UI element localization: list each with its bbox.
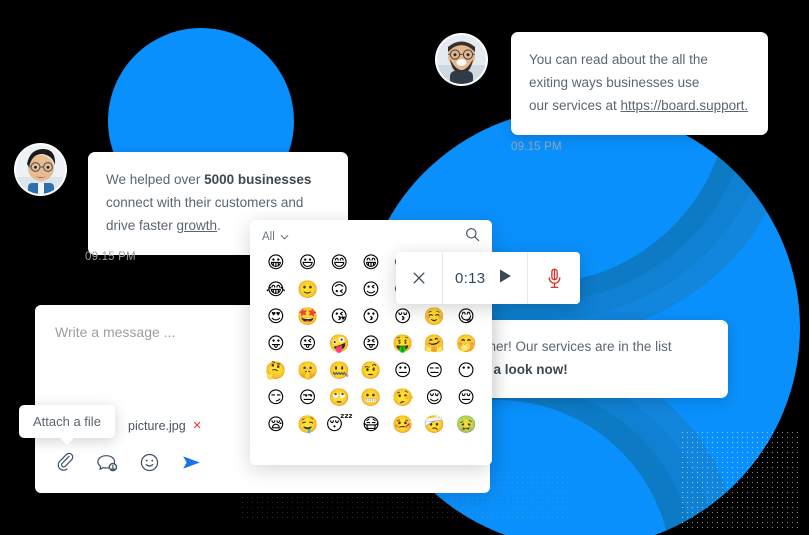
- message-line-2: exiting ways businesses use: [529, 75, 700, 90]
- emoji-cell[interactable]: 🤗: [419, 332, 451, 357]
- emoji-cell[interactable]: 😌: [419, 386, 451, 411]
- emoji-cell[interactable]: 🙄: [323, 386, 355, 411]
- message-line-1: You can read about the all the: [529, 52, 708, 67]
- emoji-cell[interactable]: ☺️: [419, 305, 451, 330]
- compose-actions-bar: [53, 450, 204, 475]
- chevron-down-icon: [280, 234, 289, 240]
- send-icon: [183, 456, 200, 469]
- emoji-cell[interactable]: 😜: [292, 332, 324, 357]
- message-link[interactable]: growth: [177, 218, 218, 233]
- emoji-cell[interactable]: 🤕: [419, 413, 451, 438]
- emoji-cell[interactable]: 😑: [419, 359, 451, 384]
- emoji-button[interactable]: [137, 450, 162, 475]
- emoji-cell[interactable]: 😴: [323, 413, 355, 438]
- emoji-cell[interactable]: 🤤: [292, 413, 324, 438]
- message-timestamp-outgoing-1: 09.15 PM: [85, 251, 136, 263]
- emoji-picker-header: All: [250, 220, 492, 250]
- emoji-cell[interactable]: 😬: [355, 386, 387, 411]
- emoji-category-dropdown[interactable]: All: [262, 231, 289, 243]
- search-icon: [466, 228, 480, 242]
- message-bold-text: 5000 businesses: [204, 172, 312, 187]
- tooltip-label: Attach a file: [33, 414, 101, 429]
- emoji-cell[interactable]: 😏: [260, 386, 292, 411]
- message-bubble-incoming-1: You can read about the all the exiting w…: [511, 32, 768, 135]
- emoji-cell[interactable]: 😉: [355, 278, 387, 303]
- emoji-cell[interactable]: 😶: [450, 359, 482, 384]
- close-icon: [413, 272, 425, 284]
- emoji-cell[interactable]: 🤩: [292, 305, 324, 330]
- voice-recorder-play-button[interactable]: [498, 268, 513, 289]
- paperclip-icon: [57, 452, 74, 471]
- emoji-cell[interactable]: 🙃: [323, 278, 355, 303]
- voice-recorder-time: 0:13: [455, 269, 486, 287]
- avatar-customer[interactable]: [16, 145, 65, 194]
- voice-recorder-playback: 0:13: [442, 252, 529, 304]
- emoji-cell[interactable]: 😘: [323, 305, 355, 330]
- emoji-cell[interactable]: 🤨: [355, 359, 387, 384]
- emoji-cell[interactable]: 🤐: [323, 359, 355, 384]
- attach-file-button[interactable]: [53, 450, 78, 475]
- emoji-cell[interactable]: 🤥: [387, 386, 419, 411]
- attach-file-tooltip: Attach a file: [19, 405, 115, 445]
- emoji-cell[interactable]: 🤔: [260, 359, 292, 384]
- emoji-cell[interactable]: 🤑: [387, 332, 419, 357]
- emoji-cell[interactable]: 😪: [260, 413, 292, 438]
- emoji-cell[interactable]: 😂: [260, 278, 292, 303]
- emoji-cell[interactable]: 😒: [292, 386, 324, 411]
- message-link[interactable]: https://board.support.: [621, 98, 749, 113]
- message-line-3: our services at: [529, 98, 621, 113]
- emoji-cell[interactable]: 😝: [355, 332, 387, 357]
- emoji-cell[interactable]: 🙂: [292, 278, 324, 303]
- emoji-cell[interactable]: 🤪: [323, 332, 355, 357]
- send-button[interactable]: [179, 450, 204, 475]
- message-text-before: We helped over: [106, 172, 205, 187]
- attachment-remove-button[interactable]: ×: [193, 418, 202, 433]
- emoji-cell[interactable]: 😐: [387, 359, 419, 384]
- emoji-cell[interactable]: 🤒: [387, 413, 419, 438]
- microphone-icon: [548, 268, 561, 288]
- emoji-cell[interactable]: 😋: [450, 305, 482, 330]
- speech-bubble-icon: [97, 455, 118, 472]
- smiley-icon: [140, 453, 159, 472]
- emoji-cell[interactable]: 😄: [323, 251, 355, 276]
- emoji-cell[interactable]: 😍: [260, 305, 292, 330]
- emoji-category-label: All: [262, 231, 275, 243]
- message-text-after: .: [217, 218, 221, 233]
- agent-avatar-beard-icon: [437, 35, 486, 84]
- chat-widget-scene: You can read about the all the exiting w…: [0, 0, 809, 535]
- emoji-cell[interactable]: 😃: [292, 251, 324, 276]
- emoji-cell[interactable]: 🤭: [450, 332, 482, 357]
- emoji-cell[interactable]: 😚: [387, 305, 419, 330]
- voice-recorder-close-button[interactable]: [396, 252, 442, 304]
- emoji-cell[interactable]: 😛: [260, 332, 292, 357]
- message-timestamp-incoming-1: 09.15 PM: [511, 141, 562, 153]
- voice-recorder-mic-button[interactable]: [528, 252, 580, 304]
- emoji-cell[interactable]: 😔: [450, 386, 482, 411]
- canned-response-button[interactable]: [95, 450, 120, 475]
- emoji-cell[interactable]: 😁: [355, 251, 387, 276]
- emoji-cell[interactable]: 😗: [355, 305, 387, 330]
- emoji-cell[interactable]: 🤫: [292, 359, 324, 384]
- attachment-item: picture.jpg ×: [128, 418, 201, 433]
- attachment-filename: picture.jpg: [128, 418, 186, 433]
- emoji-search-button[interactable]: [465, 227, 480, 247]
- emoji-cell[interactable]: 🤢: [450, 413, 482, 438]
- play-icon: [500, 269, 512, 282]
- emoji-cell[interactable]: 😀: [260, 251, 292, 276]
- emoji-cell[interactable]: 😷: [355, 413, 387, 438]
- voice-recorder-bar: 0:13: [396, 252, 581, 304]
- customer-avatar-glasses-icon: [16, 145, 65, 194]
- avatar-agent[interactable]: [437, 35, 486, 84]
